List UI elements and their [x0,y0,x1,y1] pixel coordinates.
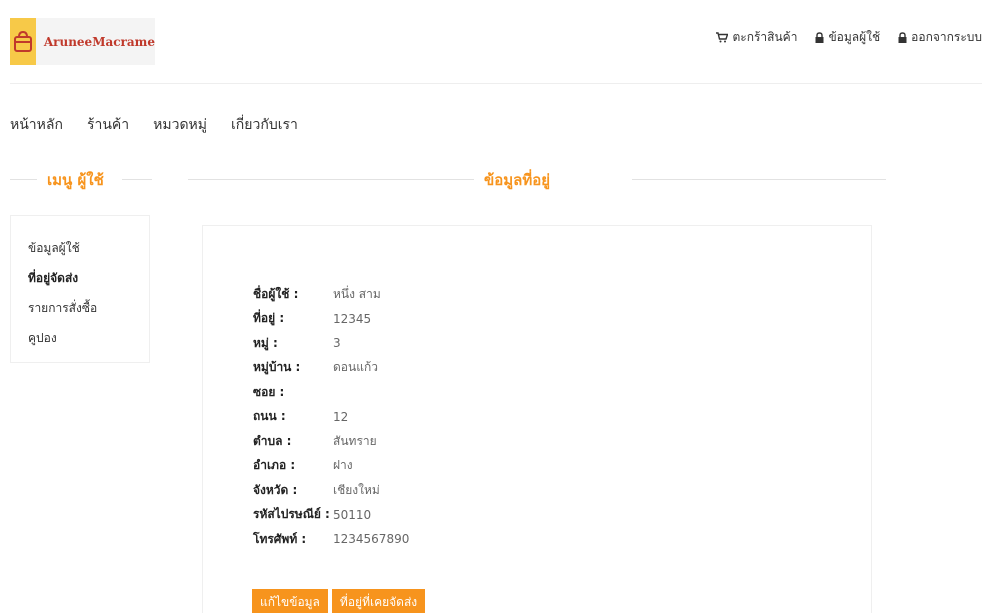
cart-icon [716,32,729,43]
field-label: จังหวัด : [253,482,298,497]
sidebar-title-line-left [10,179,37,180]
edit-info-button[interactable]: แก้ไขข้อมูล [252,589,328,613]
field-label: ชื่อผู้ใช้ : [253,286,299,301]
sidebar-item-coupons[interactable]: คูปอง [28,323,149,353]
field-value: ฝาง [333,458,353,473]
field-row-province: จังหวัด : เชียงใหม่ [253,478,409,503]
sidebar-item-orders[interactable]: รายการสั่งซื้อ [28,293,149,323]
top-navigation: ตะกร้าสินค้า ข้อมูลผู้ใช้ ออกจากระบบ [716,28,982,47]
cart-link[interactable]: ตะกร้าสินค้า [716,28,797,47]
field-row-subdistrict: ตำบล : สันทราย [253,429,409,454]
field-row-moo: หมู่ : 3 [253,331,409,356]
field-row-address: ที่อยู่ : 12345 [253,307,409,332]
sidebar-title: เมนู ผู้ใช้ [47,171,104,189]
field-label: อำเภอ : [253,458,296,473]
field-label: ตำบล : [253,433,292,448]
field-label: ที่อยู่ : [253,311,285,326]
field-value: หนึ่ง สาม [333,286,381,301]
field-value: 1234567890 [333,532,410,547]
field-row-username: ชื่อผู้ใช้ : หนึ่ง สาม [253,282,409,307]
user-menu-sidebar: ข้อมูลผู้ใช้ ที่อยู่จัดส่ง รายการสั่งซื้… [10,215,150,363]
field-value: 50110 [333,507,372,522]
cart-label: ตะกร้าสินค้า [732,30,798,44]
field-value: เชียงใหม่ [333,482,380,497]
address-details: ชื่อผู้ใช้ : หนึ่ง สาม ที่อยู่ : 12345 ห… [253,282,409,552]
sidebar-title-line-right [122,179,152,180]
main-navigation: หน้าหลัก ร้านค้า หมวดหมู่ เกี่ยวกับเรา [10,114,298,136]
header-divider [10,83,982,84]
previous-addresses-button[interactable]: ที่อยู่ที่เคยจัดส่ง [331,589,426,613]
field-row-road: ถนน : 12 [253,405,409,430]
bag-icon [10,18,36,65]
field-label: ถนน : [253,409,286,424]
nav-shop[interactable]: ร้านค้า [87,114,129,136]
field-value: สันทราย [333,433,377,448]
brand-name: AruneeMacrame [43,34,155,49]
field-label: ซอย : [253,384,285,399]
sidebar-item-user-info[interactable]: ข้อมูลผู้ใช้ [28,233,149,263]
field-row-soi: ซอย : [253,380,409,405]
field-label: หมู่บ้าน : [253,360,301,375]
content-title-line-left [188,179,474,180]
action-buttons: แก้ไขข้อมูล ที่อยู่ที่เคยจัดส่ง [252,589,426,613]
logout-link[interactable]: ออกจากระบบ [898,28,982,47]
content-title: ข้อมูลที่อยู่ [484,171,551,189]
logout-label: ออกจากระบบ [911,30,982,44]
nav-home[interactable]: หน้าหลัก [10,114,63,136]
field-value: 12 [333,409,349,424]
field-value: 3 [333,336,341,351]
field-label: รหัสไปรษณีย์ : [253,507,330,522]
field-label: หมู่ : [253,335,278,350]
brand-logo[interactable]: AruneeMacrame [10,18,155,65]
field-value: ดอนแก้ว [333,360,378,375]
field-row-postcode: รหัสไปรษณีย์ : 50110 [253,503,409,528]
user-info-label: ข้อมูลผู้ใช้ [828,30,881,44]
lock-icon [815,32,824,43]
lock-icon [898,32,907,43]
field-row-village: หมู่บ้าน : ดอนแก้ว [253,356,409,381]
field-row-district: อำเภอ : ฝาง [253,454,409,479]
field-label: โทรศัพท์ : [253,531,307,546]
field-value: 12345 [333,311,372,326]
nav-about[interactable]: เกี่ยวกับเรา [231,114,298,136]
field-row-phone: โทรศัพท์ : 1234567890 [253,527,409,552]
user-info-link[interactable]: ข้อมูลผู้ใช้ [815,28,880,47]
content-title-line-right [632,179,886,180]
sidebar-item-shipping-address[interactable]: ที่อยู่จัดส่ง [28,263,149,293]
nav-categories[interactable]: หมวดหมู่ [153,114,207,136]
